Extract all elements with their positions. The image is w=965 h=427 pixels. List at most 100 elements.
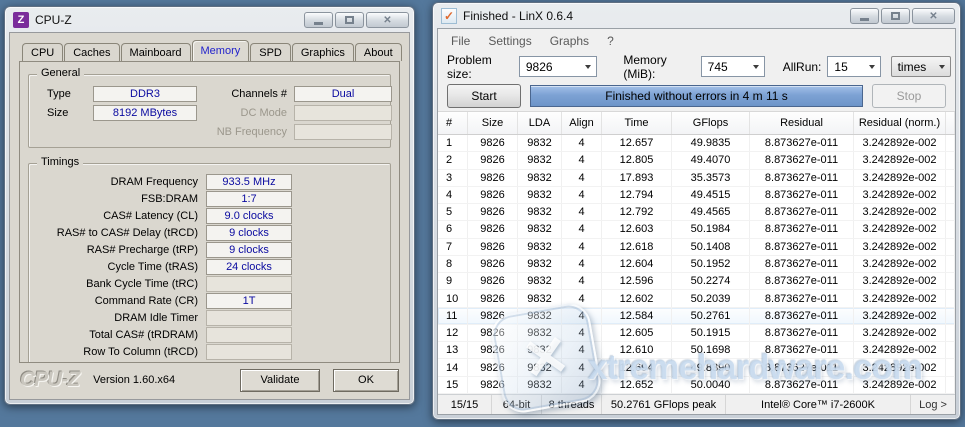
ras-precharge-trp-label: RAS# Precharge (tRP) bbox=[35, 244, 198, 256]
linx-minimize-button[interactable] bbox=[850, 8, 879, 24]
cpuz-close-button[interactable]: ✕ bbox=[366, 12, 409, 28]
table-row[interactable]: 798269832412.61850.14088.873627e-0113.24… bbox=[438, 239, 955, 256]
timing-row-ras-to-cas-delay-trcd: RAS# to CAS# Delay (tRCD)9 clocks bbox=[35, 224, 384, 241]
table-cell-filler bbox=[946, 377, 955, 393]
table-cell: 3.242892e-002 bbox=[854, 290, 946, 306]
times-value: times bbox=[898, 60, 927, 74]
table-row[interactable]: 1498269832412.69449.83908.873627e-0113.2… bbox=[438, 359, 955, 376]
table-cell: 7 bbox=[438, 239, 468, 255]
table-cell: 4 bbox=[562, 308, 602, 324]
table-row[interactable]: 498269832412.79449.45158.873627e-0113.24… bbox=[438, 187, 955, 204]
dc-mode-label: DC Mode bbox=[197, 107, 287, 119]
table-cell: 9826 bbox=[468, 308, 518, 324]
chevron-down-icon bbox=[585, 65, 591, 69]
table-cell: 12.657 bbox=[602, 135, 672, 151]
validate-button[interactable]: Validate bbox=[240, 369, 320, 392]
table-row[interactable]: 398269832417.89335.35738.873627e-0113.24… bbox=[438, 170, 955, 187]
column-header-align[interactable]: Align bbox=[562, 112, 602, 134]
column-header-lda[interactable]: LDA bbox=[518, 112, 562, 134]
channels-value: Dual bbox=[294, 86, 392, 102]
menu-item-settings[interactable]: Settings bbox=[479, 34, 540, 48]
nb-frequency-label: NB Frequency bbox=[197, 126, 287, 138]
table-row[interactable]: 1298269832412.60550.19158.873627e-0113.2… bbox=[438, 325, 955, 342]
cpuz-minimize-button[interactable] bbox=[304, 12, 333, 28]
linx-controls: Problem size: 9826 Memory (MiB): 745 All… bbox=[438, 52, 955, 81]
table-cell: 9832 bbox=[518, 377, 562, 393]
table-cell: 9826 bbox=[468, 273, 518, 289]
column-header-residual[interactable]: Residual bbox=[750, 112, 854, 134]
cpuz-version: Version 1.60.x64 bbox=[93, 374, 175, 386]
menu-item-graphs[interactable]: Graphs bbox=[541, 34, 598, 48]
times-dropdown[interactable]: times bbox=[891, 56, 951, 77]
menu-item-file[interactable]: File bbox=[442, 34, 479, 48]
problem-size-combo[interactable]: 9826 bbox=[519, 56, 598, 77]
tab-caches[interactable]: Caches bbox=[64, 43, 119, 61]
table-row[interactable]: 1198269832412.58450.27618.873627e-0113.2… bbox=[438, 308, 955, 325]
status-cpu-name: Intel® Core™ i7-2600K bbox=[726, 395, 911, 414]
menu-item-help[interactable]: ? bbox=[598, 34, 623, 48]
row-to-column-trcd-label: Row To Column (tRCD) bbox=[35, 346, 198, 358]
table-cell: 12.604 bbox=[602, 256, 672, 272]
chevron-down-icon bbox=[939, 65, 945, 69]
table-cell: 4 bbox=[562, 152, 602, 168]
size-value: 8192 MBytes bbox=[93, 105, 197, 121]
table-row[interactable]: 698269832412.60350.19848.873627e-0113.24… bbox=[438, 221, 955, 238]
tab-graphics[interactable]: Graphics bbox=[292, 43, 354, 61]
table-cell: 8.873627e-011 bbox=[750, 187, 854, 203]
stop-button[interactable]: Stop bbox=[872, 84, 946, 108]
tab-cpu[interactable]: CPU bbox=[22, 43, 63, 61]
table-cell: 4 bbox=[562, 187, 602, 203]
table-row[interactable]: 1098269832412.60250.20398.873627e-0113.2… bbox=[438, 290, 955, 307]
memory-combo[interactable]: 745 bbox=[701, 56, 765, 77]
table-cell-filler bbox=[946, 239, 955, 255]
table-cell-filler bbox=[946, 342, 955, 358]
linx-maximize-button[interactable] bbox=[881, 8, 910, 24]
table-cell: 15 bbox=[438, 377, 468, 393]
table-row[interactable]: 898269832412.60450.19528.873627e-0113.24… bbox=[438, 256, 955, 273]
tab-memory[interactable]: Memory bbox=[192, 40, 250, 61]
run-combo[interactable]: 15 bbox=[827, 56, 880, 77]
column-header-time[interactable]: Time bbox=[602, 112, 672, 134]
table-cell: 9826 bbox=[468, 204, 518, 220]
table-cell: 9832 bbox=[518, 135, 562, 151]
table-cell: 4 bbox=[562, 290, 602, 306]
table-row[interactable]: 598269832412.79249.45658.873627e-0113.24… bbox=[438, 204, 955, 221]
table-cell: 3.242892e-002 bbox=[854, 342, 946, 358]
table-cell: 9832 bbox=[518, 342, 562, 358]
table-row[interactable]: 998269832412.59650.22748.873627e-0113.24… bbox=[438, 273, 955, 290]
cpuz-maximize-button[interactable] bbox=[335, 12, 364, 28]
table-cell: 3.242892e-002 bbox=[854, 308, 946, 324]
table-row[interactable]: 298269832412.80549.40708.873627e-0113.24… bbox=[438, 152, 955, 169]
table-cell: 50.1698 bbox=[672, 342, 750, 358]
linx-window-title: Finished - LinX 0.6.4 bbox=[463, 9, 573, 23]
table-cell: 8.873627e-011 bbox=[750, 308, 854, 324]
cpuz-titlebar[interactable]: Z CPU-Z ✕ bbox=[5, 7, 414, 31]
table-cell: 9832 bbox=[518, 290, 562, 306]
tab-mainboard[interactable]: Mainboard bbox=[121, 43, 191, 61]
column-header-residual-norm[interactable]: Residual (norm.) bbox=[854, 112, 946, 134]
start-button[interactable]: Start bbox=[447, 84, 521, 108]
problem-size-value: 9826 bbox=[526, 60, 553, 74]
table-cell-filler bbox=[946, 135, 955, 151]
table-cell: 4 bbox=[562, 135, 602, 151]
column-header-gflops[interactable]: GFlops bbox=[672, 112, 750, 134]
table-cell: 9832 bbox=[518, 308, 562, 324]
column-header-item[interactable]: # bbox=[438, 112, 468, 134]
tab-about[interactable]: About bbox=[355, 43, 402, 61]
status-log-button[interactable]: Log > bbox=[911, 395, 955, 414]
table-row[interactable]: 198269832412.65749.98358.873627e-0113.24… bbox=[438, 135, 955, 152]
table-cell: 4 bbox=[438, 187, 468, 203]
table-row[interactable]: 1598269832412.65250.00408.873627e-0113.2… bbox=[438, 377, 955, 394]
linx-titlebar[interactable]: ✓ Finished - LinX 0.6.4 ✕ bbox=[433, 3, 960, 27]
tab-spd[interactable]: SPD bbox=[250, 43, 291, 61]
column-header-size[interactable]: Size bbox=[468, 112, 518, 134]
table-cell: 3.242892e-002 bbox=[854, 359, 946, 375]
timing-row-total-cas-trdram: Total CAS# (tRDRAM) bbox=[35, 326, 384, 343]
linx-statusbar: 15/1564-bit8 threads50.2761 GFlops peakI… bbox=[438, 394, 955, 414]
table-row[interactable]: 1398269832412.61050.16988.873627e-0113.2… bbox=[438, 342, 955, 359]
ras-precharge-trp-value: 9 clocks bbox=[206, 242, 292, 258]
linx-close-button[interactable]: ✕ bbox=[912, 8, 955, 24]
table-cell: 8.873627e-011 bbox=[750, 256, 854, 272]
table-cell: 13 bbox=[438, 342, 468, 358]
ok-button[interactable]: OK bbox=[333, 369, 399, 392]
